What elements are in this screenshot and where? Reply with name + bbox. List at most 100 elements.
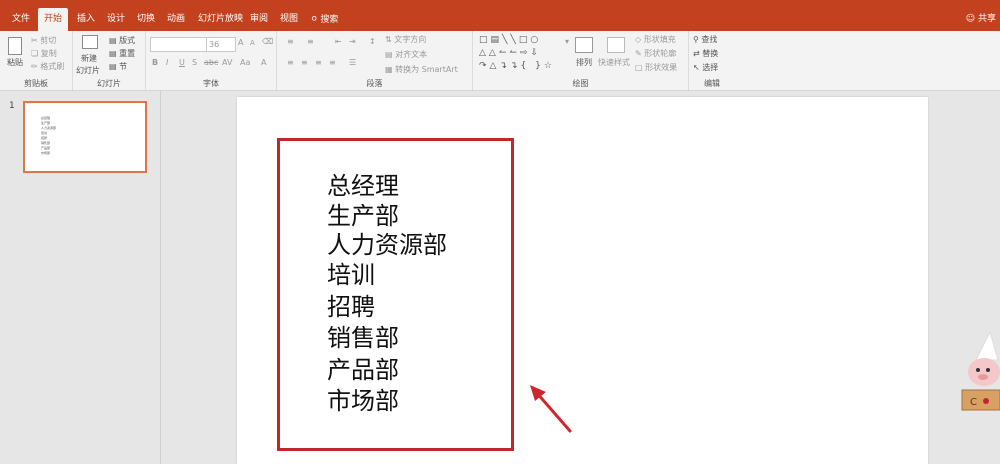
convert-smartart-button[interactable]: ▦ 转换为 SmartArt <box>385 64 458 75</box>
tab-transitions[interactable]: 切换 <box>131 8 161 31</box>
slides-group: 新建 幻灯片 ▤ 版式 ▤ 重置 ▤ 节 幻灯片 <box>73 31 146 90</box>
quick-styles-icon <box>607 37 625 53</box>
text-direction-button[interactable]: ⇅ 文字方向 <box>385 34 426 45</box>
tab-view[interactable]: 视图 <box>274 8 304 31</box>
replace-button[interactable]: ⇄ 替换 <box>693 48 718 59</box>
shapes-scroll-icon[interactable]: ▾ <box>565 37 569 46</box>
paint-bucket-icon: ◇ <box>635 35 642 44</box>
thumb-line: 销售部 <box>41 141 51 145</box>
reset-button[interactable]: ▤ 重置 <box>109 48 135 59</box>
bold-button[interactable]: B <box>152 58 158 67</box>
slide-thumbnail[interactable]: 总经理 生产部 人力资源部 培训 招聘 销售部 产品部 市场部 <box>23 101 147 173</box>
italic-button[interactable]: I <box>166 58 168 67</box>
tell-me-search[interactable]: ⚪ 搜索 <box>304 8 344 31</box>
cut-button[interactable]: ✂ 剪切 <box>31 35 56 46</box>
tab-review[interactable]: 审阅 <box>244 8 274 31</box>
share-button[interactable]: ☺ 共享 <box>966 8 996 31</box>
find-button[interactable]: ⚲ 查找 <box>693 34 717 45</box>
select-button[interactable]: ↖ 选择 <box>693 62 718 73</box>
paste-button[interactable]: 粘贴 <box>7 57 23 68</box>
clear-format-icon[interactable]: ⌫ <box>262 37 273 46</box>
shape-effects-button[interactable]: □ 形状效果 <box>635 62 677 73</box>
thumb-line: 总经理 <box>41 116 51 120</box>
thumb-line: 产品部 <box>41 146 51 150</box>
slide-text-line[interactable]: 总经理 <box>327 171 399 201</box>
section-icon: ▤ <box>109 62 117 71</box>
tab-design[interactable]: 设计 <box>101 8 131 31</box>
paragraph-group: ≡ ≡ ⇤ ⇥ ↕ ≡ ≡ ≡ ≡ ☰ ⇅ 文字方向 ▤ 对齐文本 ▦ 转换为 … <box>277 31 473 90</box>
char-spacing-button[interactable]: AV <box>222 58 232 67</box>
copy-icon: ❏ <box>31 49 39 58</box>
increase-indent-icon[interactable]: ⇥ <box>349 37 356 46</box>
shape-outline-button[interactable]: ✎ 形状轮廓 <box>635 48 676 59</box>
grow-font-button[interactable]: A <box>238 38 243 47</box>
bullets-icon[interactable]: ≡ <box>287 37 294 46</box>
tab-animations[interactable]: 动画 <box>161 8 191 31</box>
ribbon-tab-bar: 文件 开始 插入 设计 切换 动画 幻灯片放映 审阅 视图 ⚪ 搜索 ☺ 共享 <box>0 8 1000 31</box>
slide-text-line[interactable]: 产品部 <box>327 355 399 385</box>
strikethrough-button[interactable]: abc <box>204 58 218 67</box>
scissors-icon: ✂ <box>31 36 38 45</box>
slide-text-line[interactable]: 招聘 <box>327 292 375 322</box>
align-left-icon[interactable]: ≡ <box>287 58 294 67</box>
columns-icon[interactable]: ☰ <box>349 58 356 67</box>
new-slide-dropdown[interactable]: 幻灯片 <box>76 65 100 76</box>
shadow-button[interactable]: S <box>192 58 197 67</box>
font-family-select[interactable] <box>150 37 208 52</box>
cursor-icon: ↖ <box>693 63 700 72</box>
underline-button[interactable]: U <box>179 58 185 67</box>
mascot-decoration: C <box>961 330 1000 411</box>
pointer-arrow-icon <box>530 385 572 433</box>
slide-text-line[interactable]: 培训 <box>327 260 375 290</box>
ribbon: 粘贴 ✂ 剪切 ❏ 复制 ✏ 格式刷 剪贴板 新建 幻灯片 ▤ 版式 ▤ 重置 … <box>0 31 1000 91</box>
slide-text-line[interactable]: 生产部 <box>327 201 399 231</box>
new-slide-button[interactable]: 新建 <box>81 53 97 64</box>
align-text-icon: ▤ <box>385 50 393 59</box>
change-case-button[interactable]: Aa <box>240 58 250 67</box>
decrease-indent-icon[interactable]: ⇤ <box>335 37 342 46</box>
shrink-font-button[interactable]: A <box>250 39 255 47</box>
slide-thumbnail-pane: 1 总经理 生产部 人力资源部 培训 招聘 销售部 产品部 市场部 <box>0 91 161 464</box>
layout-button[interactable]: ▤ 版式 <box>109 35 135 46</box>
text-direction-icon: ⇅ <box>385 35 392 44</box>
layout-icon: ▤ <box>109 36 117 45</box>
quick-styles-button[interactable]: 快速样式 <box>598 57 630 68</box>
title-bar <box>0 0 1000 8</box>
align-text-button[interactable]: ▤ 对齐文本 <box>385 49 427 60</box>
thumb-line: 培训 <box>41 131 48 135</box>
brush-icon: ✏ <box>31 62 38 71</box>
clipboard-group: 粘贴 ✂ 剪切 ❏ 复制 ✏ 格式刷 剪贴板 <box>0 31 73 90</box>
tab-file[interactable]: 文件 <box>6 8 36 31</box>
slides-group-label: 幻灯片 <box>97 79 121 88</box>
shape-fill-button[interactable]: ◇ 形状填充 <box>635 34 676 45</box>
format-painter-button[interactable]: ✏ 格式刷 <box>31 61 64 72</box>
shapes-gallery[interactable]: □▤╲╲□○ △△↼↼⇨⇩ ↷△↴↴{ }☆ <box>479 34 565 74</box>
tab-home[interactable]: 开始 <box>38 8 69 31</box>
line-spacing-icon[interactable]: ↕ <box>369 37 376 46</box>
smartart-icon: ▦ <box>385 65 393 74</box>
align-right-icon[interactable]: ≡ <box>315 58 322 67</box>
thumb-line: 人力资源部 <box>41 126 57 130</box>
section-button[interactable]: ▤ 节 <box>109 61 127 72</box>
pen-icon: ✎ <box>635 49 642 58</box>
slide-text-line[interactable]: 市场部 <box>327 386 399 416</box>
tab-slideshow[interactable]: 幻灯片放映 <box>192 8 249 31</box>
drawing-group: □▤╲╲□○ △△↼↼⇨⇩ ↷△↴↴{ }☆ ▾ 排列 快速样式 ◇ 形状填充 ✎ … <box>473 31 689 90</box>
tab-insert[interactable]: 插入 <box>71 8 101 31</box>
font-size-select[interactable]: 36 <box>206 37 236 52</box>
thumb-line: 市场部 <box>41 151 51 155</box>
font-color-button[interactable]: A <box>261 58 266 67</box>
slide-text-line[interactable]: 销售部 <box>327 323 399 353</box>
new-slide-icon <box>82 35 98 49</box>
editing-group: ⚲ 查找 ⇄ 替换 ↖ 选择 编辑 <box>689 31 735 90</box>
slide-number: 1 <box>9 101 15 111</box>
reset-icon: ▤ <box>109 49 117 58</box>
numbering-icon[interactable]: ≡ <box>307 37 314 46</box>
slide-text-line[interactable]: 人力资源部 <box>327 230 447 260</box>
justify-icon[interactable]: ≡ <box>329 58 336 67</box>
copy-button[interactable]: ❏ 复制 <box>31 48 57 59</box>
person-icon: ☺ <box>965 14 976 24</box>
arrange-button[interactable]: 排列 <box>576 57 592 68</box>
align-center-icon[interactable]: ≡ <box>301 58 308 67</box>
replace-icon: ⇄ <box>693 49 700 58</box>
